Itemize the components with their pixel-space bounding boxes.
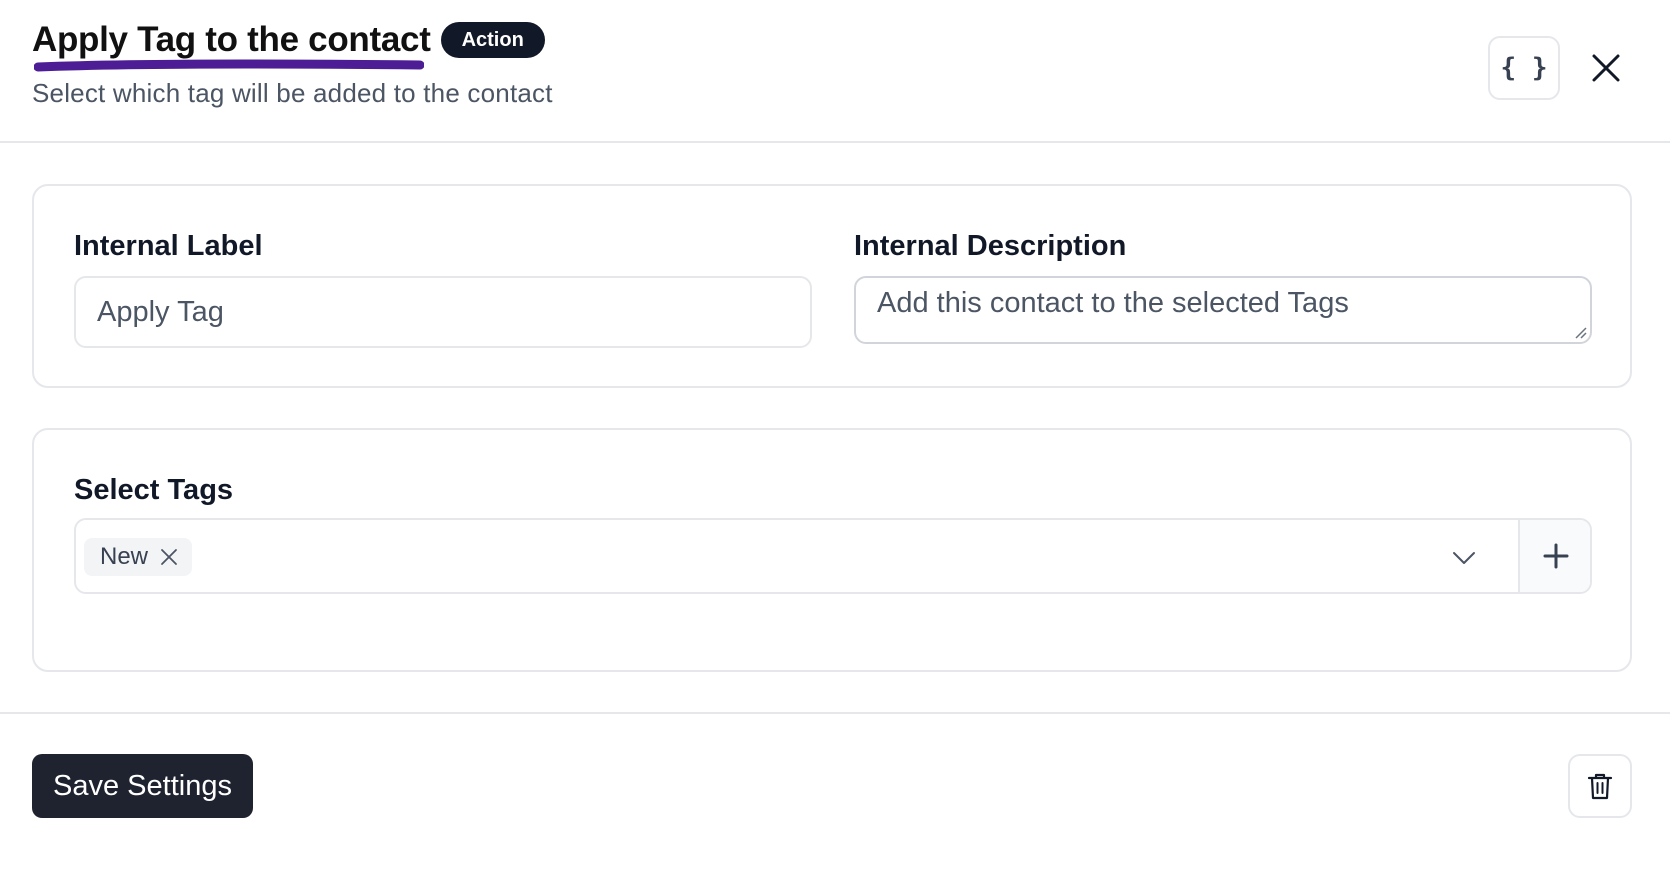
panel-subtitle: Select which tag will be added to the co… <box>32 78 553 108</box>
internal-description-value: Add this contact to the selected Tags <box>877 287 1349 319</box>
internal-description-heading: Internal Description <box>854 230 1127 262</box>
footer-divider <box>0 712 1670 714</box>
internal-label-heading: Internal Label <box>74 230 263 262</box>
chevron-down-icon[interactable] <box>1452 546 1476 570</box>
code-braces-icon: { } <box>1500 53 1548 83</box>
close-icon <box>1592 54 1620 82</box>
tags-card: Select Tags New <box>32 428 1632 672</box>
action-settings-panel: Apply Tag to the contact Action Select w… <box>0 0 1670 877</box>
save-settings-button[interactable]: Save Settings <box>32 754 253 818</box>
internal-label-input[interactable]: Apply Tag <box>74 276 812 348</box>
add-tag-button[interactable] <box>1518 520 1590 592</box>
trash-icon <box>1587 773 1613 800</box>
tags-select[interactable]: New <box>74 518 1592 594</box>
select-tags-heading: Select Tags <box>74 474 234 506</box>
plus-icon <box>1543 543 1569 569</box>
action-badge: Action <box>440 22 545 58</box>
resize-grip-icon[interactable] <box>1571 323 1587 339</box>
panel-title: Apply Tag to the contact <box>32 20 431 59</box>
tag-chip-label: New <box>100 543 149 570</box>
delete-button[interactable] <box>1568 754 1632 818</box>
close-button[interactable] <box>1586 48 1626 88</box>
internal-description-textarea[interactable]: Add this contact to the selected Tags <box>854 276 1592 344</box>
panel-header: Apply Tag to the contact Action Select w… <box>0 0 1670 143</box>
title-row: Apply Tag to the contact Action <box>32 18 545 72</box>
general-settings-card: Internal Label Apply Tag Internal Descri… <box>32 184 1632 388</box>
tag-chip: New <box>84 538 193 576</box>
code-view-button[interactable]: { } <box>1488 36 1560 100</box>
remove-tag-icon[interactable] <box>160 548 178 566</box>
title-wrap: Apply Tag to the contact <box>32 18 431 72</box>
